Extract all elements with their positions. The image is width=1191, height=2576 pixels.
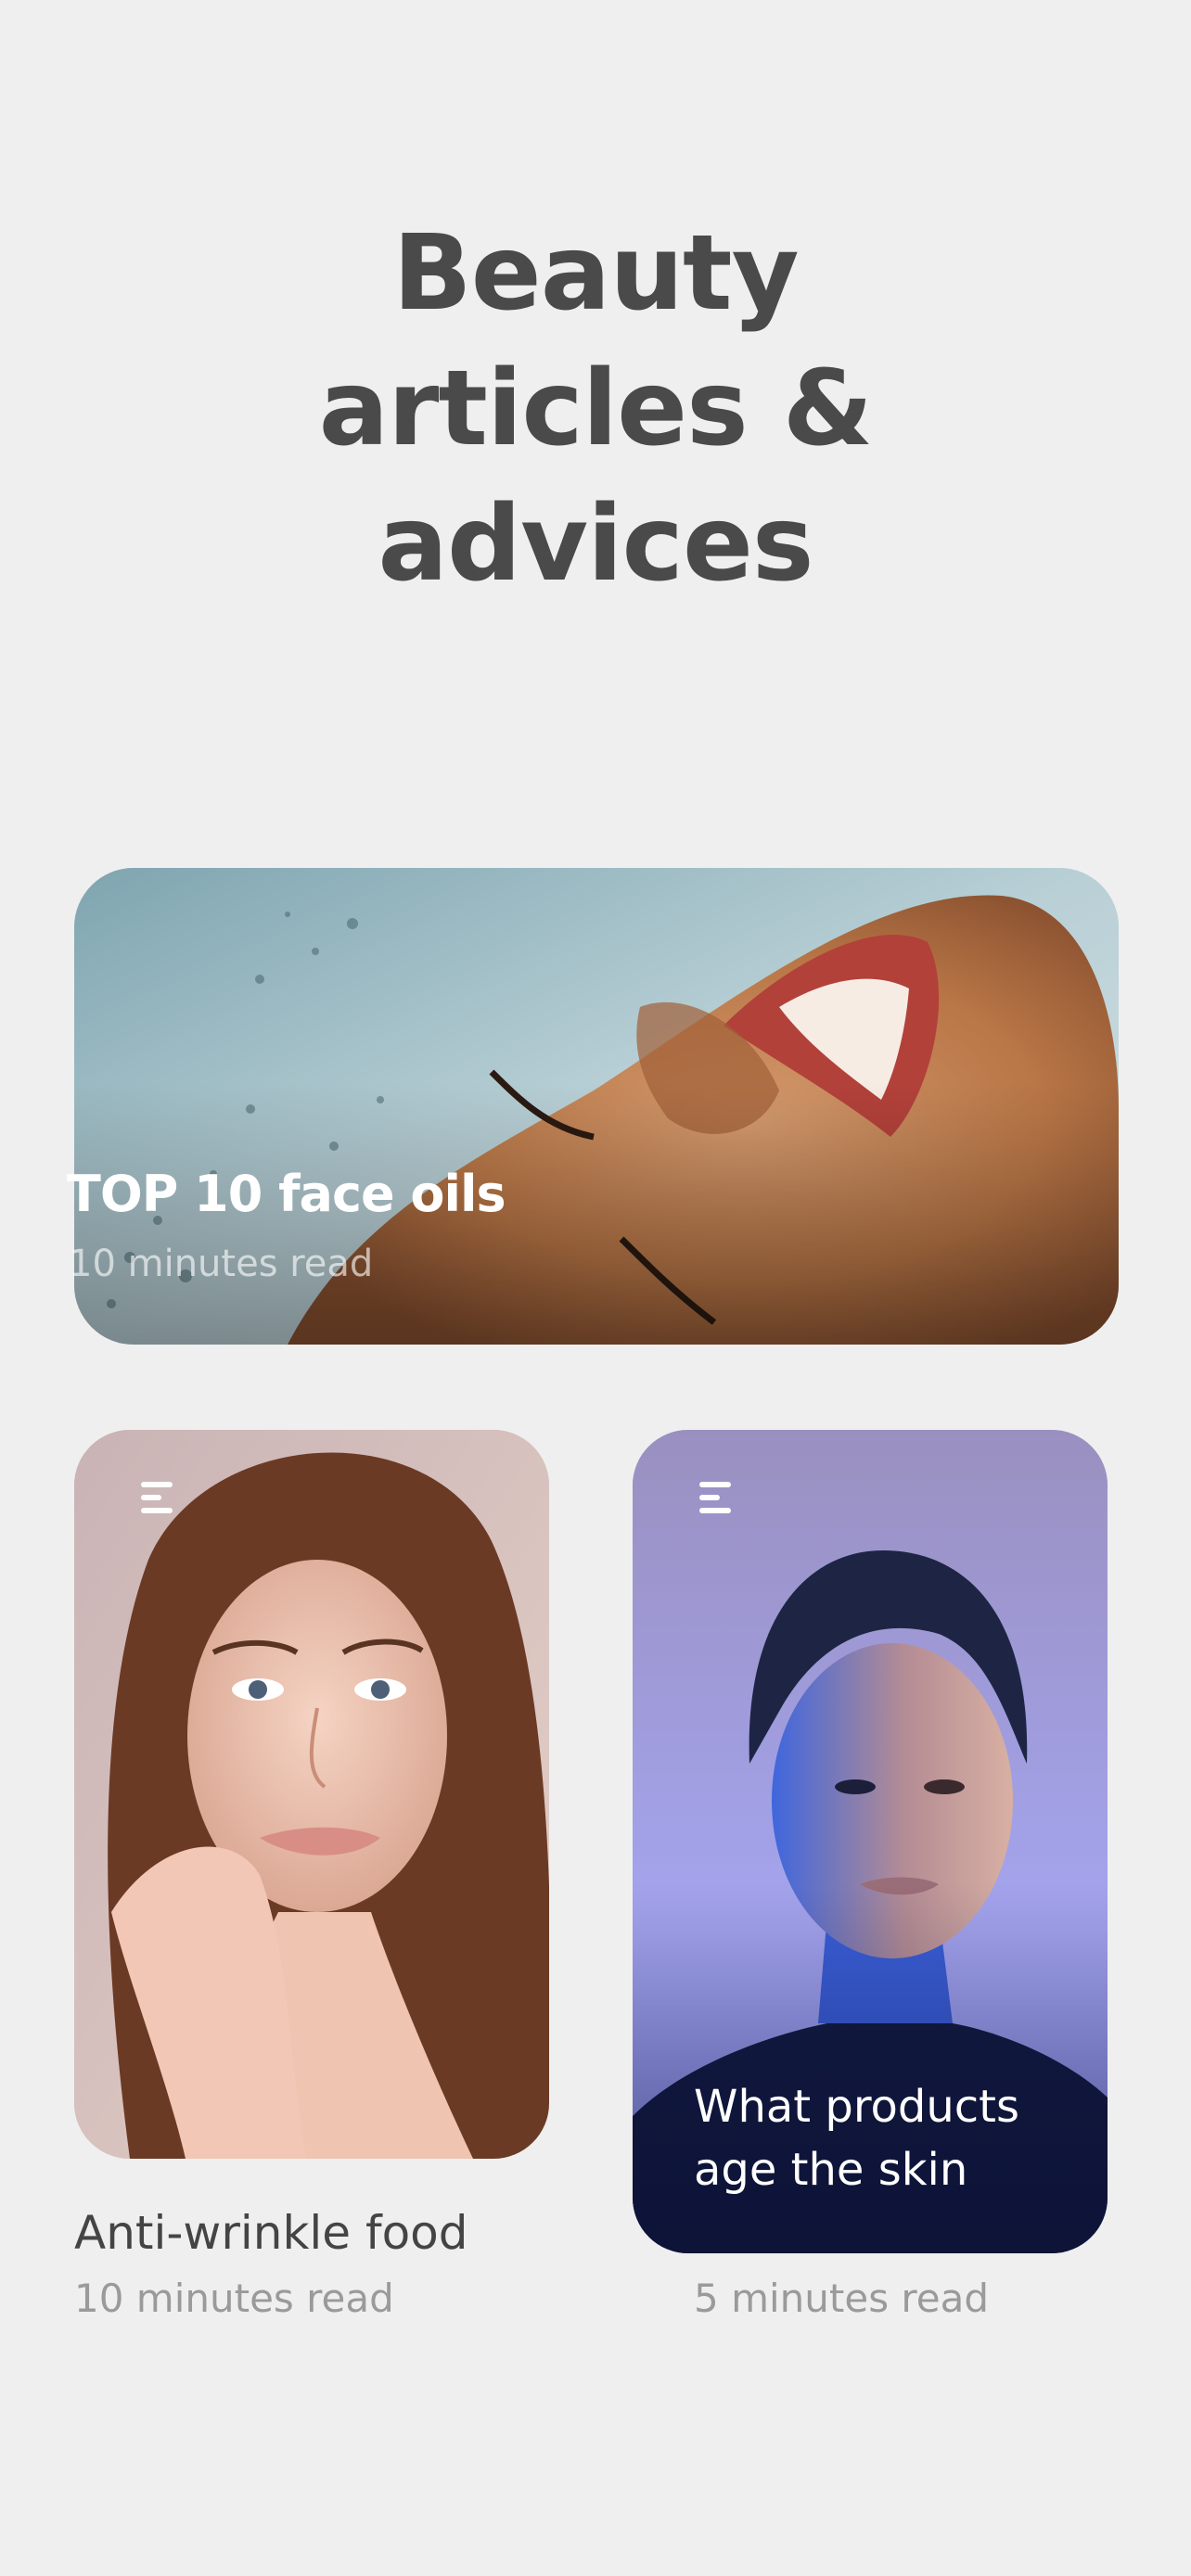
article-read-time: 10 minutes read — [74, 2276, 394, 2321]
article-image-portrait-woman — [74, 1430, 549, 2159]
page-title-line: articles & — [318, 349, 874, 469]
page-title-line: Beauty — [392, 213, 799, 334]
page-title-line: advices — [378, 484, 813, 605]
article-read-time: 5 minutes read — [694, 2276, 990, 2321]
featured-article-title[interactable]: TOP 10 face oils — [67, 1165, 506, 1224]
menu-icon[interactable] — [141, 1482, 176, 1513]
article-card-products-age-skin[interactable]: What products age the skin — [633, 1430, 1108, 2253]
featured-article-read-time: 10 minutes read — [69, 1243, 374, 1285]
article-title-line: What products — [694, 2081, 1019, 2133]
menu-icon[interactable] — [699, 1482, 735, 1513]
article-title-line: age the skin — [694, 2144, 968, 2196]
article-title[interactable]: Anti-wrinkle food — [74, 2203, 468, 2263]
article-card-anti-wrinkle[interactable] — [74, 1430, 549, 2159]
article-title[interactable]: What products age the skin — [694, 2075, 1083, 2201]
page-title: Beauty articles & advices — [0, 206, 1191, 612]
